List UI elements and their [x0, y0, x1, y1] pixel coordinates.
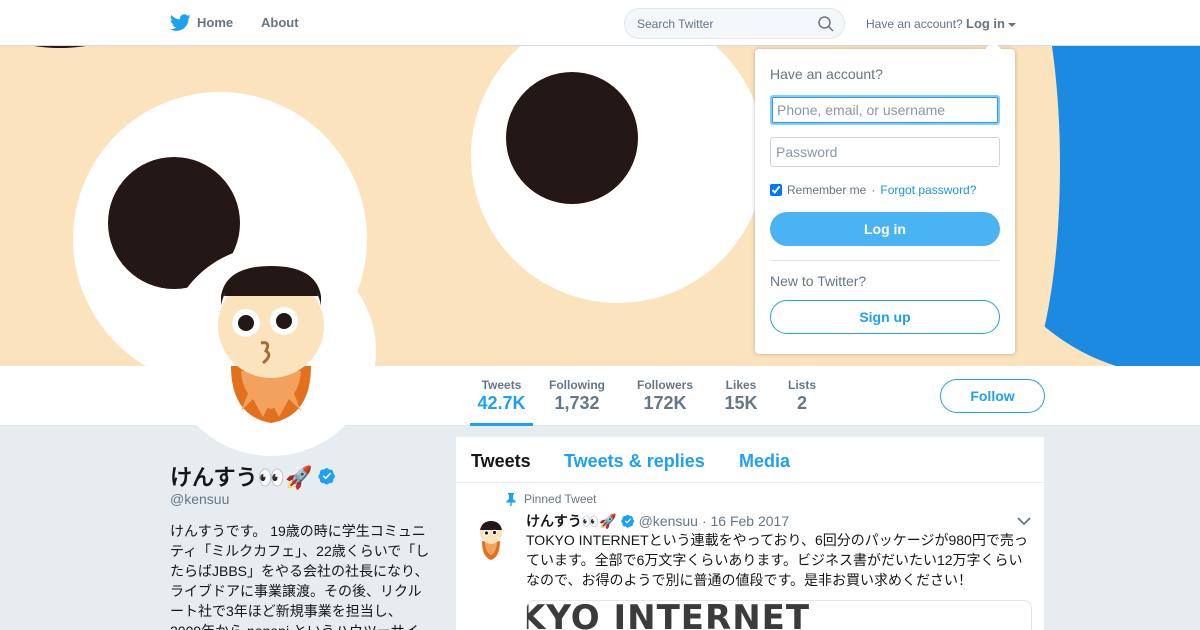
username-field[interactable] — [770, 95, 1000, 125]
pinned-label: Pinned Tweet — [524, 492, 597, 506]
separator-dot: · — [871, 183, 876, 197]
tab-tweets[interactable]: Tweets — [471, 451, 531, 472]
search-input[interactable] — [625, 9, 815, 38]
stat-following[interactable]: Following 1,732 — [548, 378, 606, 414]
stat-value: 15K — [724, 393, 758, 413]
remember-me-row: Remember me · Forgot password? — [770, 183, 976, 197]
profile-name[interactable]: けんすう👀🚀 — [170, 460, 336, 492]
profile-bio: けんすうです。 19歳の時に学生コミュニティ「ミルクカフェ」、22歳くらいで「し… — [170, 523, 430, 630]
profile-screen-name[interactable]: @kensuu — [170, 491, 229, 507]
login-button[interactable]: Log in — [770, 212, 1000, 246]
remember-me-label[interactable]: Remember me — [787, 183, 866, 197]
stat-label: Likes — [725, 378, 757, 392]
stat-likes[interactable]: Likes 15K — [724, 378, 758, 414]
tweet-avatar[interactable] — [471, 515, 511, 563]
stat-value: 2 — [796, 393, 807, 413]
search-box — [624, 8, 845, 39]
tweet-handle[interactable]: @kensuu — [639, 513, 698, 529]
pin-icon — [506, 492, 516, 506]
signup-button[interactable]: Sign up — [770, 300, 1000, 334]
tweet-text: TOKYO INTERNETという連載をやっており、6回分のパッケージが980円… — [526, 532, 1028, 588]
twitter-bird-icon[interactable] — [170, 14, 191, 32]
divider — [770, 260, 1000, 261]
stat-lists[interactable]: Lists 2 — [787, 378, 817, 414]
tab-media[interactable]: Media — [739, 451, 790, 472]
nav-home-link[interactable]: Home — [197, 15, 233, 30]
login-toggle-label: Log in — [966, 16, 1005, 31]
stat-label: Tweets — [481, 378, 522, 392]
verified-badge-icon — [318, 468, 336, 485]
nav-about-link[interactable]: About — [261, 15, 299, 30]
remember-me-checkbox[interactable] — [770, 184, 782, 196]
stat-value: 42.7K — [477, 393, 526, 413]
tweet-media-card[interactable]: KYO INTERNET — [526, 600, 1032, 630]
stat-label: Followers — [636, 378, 693, 392]
stat-value: 1,732 — [554, 393, 600, 413]
profile-name-text: けんすう👀🚀 — [170, 465, 313, 490]
top-navigation: Home About Have an account? Log in — [0, 0, 1200, 46]
avatar-illustration — [218, 266, 324, 423]
stat-label: Following — [549, 378, 605, 392]
timeline: Tweets Tweets & replies Media Pinned Twe… — [456, 437, 1044, 630]
follow-button[interactable]: Follow — [940, 379, 1045, 413]
tab-tweets-replies[interactable]: Tweets & replies — [564, 451, 705, 472]
tweet-author-name[interactable]: けんすう👀🚀 — [526, 511, 617, 531]
stat-followers[interactable]: Followers 172K — [636, 378, 694, 414]
chevron-down-icon[interactable] — [1017, 516, 1031, 526]
new-to-twitter-text: New to Twitter? — [770, 273, 867, 289]
profile-avatar[interactable] — [166, 246, 376, 456]
caret-down-icon — [1008, 22, 1016, 27]
stat-value: 172K — [643, 393, 687, 413]
tweet-date[interactable]: · 16 Feb 2017 — [702, 513, 789, 529]
pinned-indicator: Pinned Tweet — [506, 492, 597, 506]
login-dropdown-title: Have an account? — [770, 66, 883, 82]
stat-label: Lists — [787, 378, 816, 392]
login-dropdown-toggle[interactable]: Log in — [966, 16, 1016, 31]
forgot-password-link[interactable]: Forgot password? — [880, 183, 976, 197]
tweet-media-text: KYO INTERNET — [526, 600, 811, 630]
verified-badge-icon — [620, 514, 634, 528]
search-icon[interactable] — [818, 16, 834, 32]
timeline-tabs: Tweets Tweets & replies Media — [456, 437, 1044, 483]
login-dropdown: Have an account? Remember me · Forgot pa… — [755, 41, 1015, 354]
have-account-text: Have an account? — [866, 17, 963, 31]
password-field[interactable] — [770, 137, 1000, 167]
stat-tweets[interactable]: Tweets 42.7K — [470, 378, 533, 426]
tweet-header: けんすう👀🚀 @kensuu · 16 Feb 2017 — [526, 511, 789, 531]
